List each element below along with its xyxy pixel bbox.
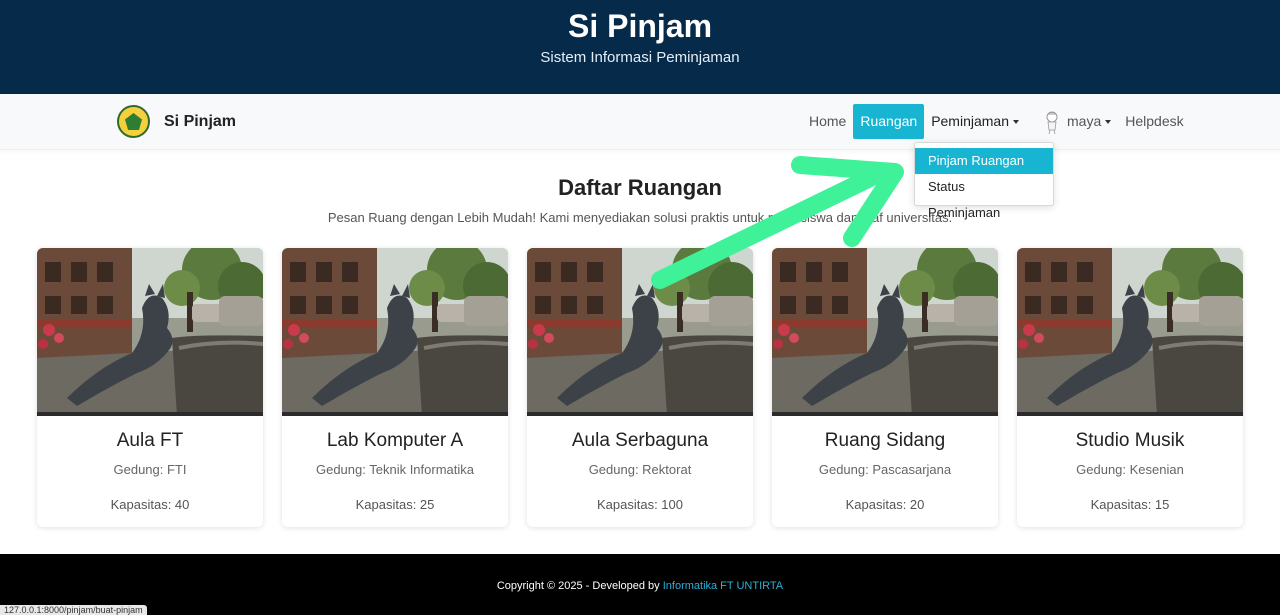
room-capacity: Kapasitas: 100 [596,497,683,512]
room-capacity: Kapasitas: 20 [845,497,925,512]
room-name: Studio Musik [1075,430,1185,451]
room-photo [1017,248,1243,416]
room-name: Aula FT [116,430,184,451]
room-photo [772,248,998,416]
room-capacity: Kapasitas: 25 [355,497,435,512]
nav-ruangan[interactable]: Ruangan [853,104,925,139]
user-avatar-icon [1046,111,1058,134]
room-card[interactable]: Ruang Sidang Gedung: Pascasarjana Kapasi… [772,248,998,527]
site-title: Si Pinjam [567,8,713,44]
room-photo [282,248,508,416]
nav-peminjaman-label: Peminjaman [931,113,1010,129]
room-name: Aula Serbaguna [571,430,709,451]
dropdown-item-status-peminjaman[interactable]: Status Peminjaman [915,174,1053,220]
room-capacity: Kapasitas: 15 [1090,497,1170,512]
copyright-text: Copyright © 2025 - Developed by [496,580,663,592]
browser-status-url: 127.0.0.1:8000/pinjam/buat-pinjam [0,605,147,615]
room-building: Gedung: Pascasarjana [818,462,952,477]
dropdown-item-pinjam-ruangan[interactable]: Pinjam Ruangan [915,148,1053,174]
nav-peminjaman-dropdown[interactable]: Peminjaman [924,104,1026,139]
room-card-list: Aula FT Gedung: FTI Kapasitas: 40 Lab Ko… [37,248,1243,527]
room-name: Ruang Sidang [824,430,946,451]
room-photo [37,248,263,416]
caret-down-icon [1105,119,1112,124]
nav-user-dropdown[interactable]: maya [1026,104,1118,139]
navbar: Si Pinjam Home Ruangan Peminjaman maya H… [0,94,1280,150]
footer: Copyright © 2025 - Developed by Informat… [0,554,1280,615]
section-title: Daftar Ruangan [558,175,722,200]
room-building: Gedung: Rektorat [588,462,692,477]
room-building: Gedung: Kesenian [1076,462,1184,477]
room-card[interactable]: Lab Komputer A Gedung: Teknik Informatik… [282,248,508,527]
nav-menu: Home Ruangan Peminjaman maya Helpdesk [802,104,1191,139]
section-description: Pesan Ruang dengan Lebih Mudah! Kami men… [327,210,953,225]
room-card[interactable]: Aula FT Gedung: FTI Kapasitas: 40 [37,248,263,527]
room-building: Gedung: Teknik Informatika [315,462,474,477]
username-label: maya [1067,113,1102,129]
university-logo-icon [117,105,150,138]
site-header: Si Pinjam Sistem Informasi Peminjaman [0,0,1280,94]
room-card[interactable]: Aula Serbaguna Gedung: Rektorat Kapasita… [527,248,753,527]
peminjaman-dropdown-menu: Pinjam Ruangan Status Peminjaman [914,142,1054,220]
room-building: Gedung: FTI [113,462,187,477]
brand-name: Si Pinjam [164,112,237,130]
site-subtitle: Sistem Informasi Peminjaman [540,49,740,66]
brand[interactable]: Si Pinjam [117,105,236,138]
nav-helpdesk[interactable]: Helpdesk [1118,104,1190,139]
room-name: Lab Komputer A [326,430,464,451]
room-capacity: Kapasitas: 40 [110,497,190,512]
room-card[interactable]: Studio Musik Gedung: Kesenian Kapasitas:… [1017,248,1243,527]
nav-home[interactable]: Home [802,104,853,139]
room-photo [527,248,753,416]
caret-down-icon [1013,119,1020,124]
footer-link[interactable]: Informatika FT UNTIRTA [663,580,783,592]
